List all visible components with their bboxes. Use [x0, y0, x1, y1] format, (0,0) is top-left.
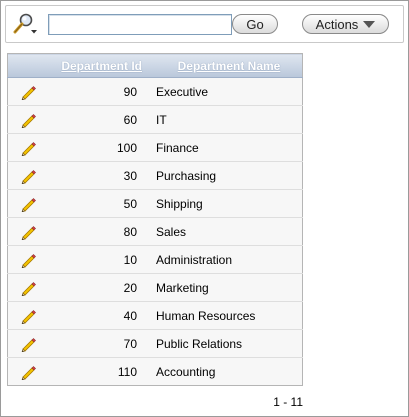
table-row: 30 Purchasing: [7, 161, 303, 190]
department-id-cell: 20: [44, 273, 156, 302]
department-name-cell: IT: [156, 105, 303, 134]
edit-cell: [7, 161, 44, 190]
table-row: 110 Accounting: [7, 357, 303, 386]
edit-pencil-icon[interactable]: [20, 336, 36, 352]
edit-cell: [7, 357, 44, 386]
table-row: 70 Public Relations: [7, 329, 303, 358]
department-name-cell: Marketing: [156, 273, 303, 302]
department-name-cell: Shipping: [156, 189, 303, 218]
edit-cell: [7, 217, 44, 246]
search-icon[interactable]: [12, 13, 40, 37]
edit-cell: [7, 189, 44, 218]
table-row: 40 Human Resources: [7, 301, 303, 330]
edit-pencil-icon[interactable]: [20, 140, 36, 156]
edit-pencil-icon[interactable]: [20, 112, 36, 128]
actions-button-label: Actions: [315, 16, 359, 32]
edit-cell: [7, 301, 44, 330]
edit-pencil-icon[interactable]: [20, 224, 36, 240]
edit-pencil-icon[interactable]: [20, 196, 36, 212]
table-row: 20 Marketing: [7, 273, 303, 302]
department-id-cell: 40: [44, 301, 156, 330]
edit-cell: [7, 105, 44, 134]
department-id-header: Department Id: [44, 53, 156, 78]
department-id-cell: 90: [44, 77, 156, 106]
edit-cell: [7, 77, 44, 106]
sort-department-id-link[interactable]: Department Id: [61, 59, 142, 73]
edit-cell: [7, 329, 44, 358]
table-row: 90 Executive: [7, 77, 303, 106]
table-body: 90 Executive 60 IT 100 Finance 30 Purchasing 50 S…: [7, 77, 303, 386]
department-name-header: Department Name: [156, 53, 303, 78]
department-name-cell: Administration: [156, 245, 303, 274]
edit-pencil-icon[interactable]: [20, 252, 36, 268]
edit-pencil-icon[interactable]: [20, 280, 36, 296]
actions-menu-button[interactable]: Actions: [302, 14, 389, 34]
search-input[interactable]: [48, 14, 232, 35]
department-id-cell: 80: [44, 217, 156, 246]
department-id-cell: 30: [44, 161, 156, 190]
department-id-cell: 50: [44, 189, 156, 218]
department-id-cell: 10: [44, 245, 156, 274]
edit-pencil-icon[interactable]: [20, 308, 36, 324]
department-name-cell: Human Resources: [156, 301, 303, 330]
go-button-label: Go: [246, 16, 264, 32]
edit-cell: [7, 245, 44, 274]
table-row: 80 Sales: [7, 217, 303, 246]
table-row: 50 Shipping: [7, 189, 303, 218]
pagination-range: 1 - 11: [273, 395, 303, 409]
department-name-cell: Purchasing: [156, 161, 303, 190]
department-id-cell: 110: [44, 357, 156, 386]
department-name-cell: Public Relations: [156, 329, 303, 358]
departments-table: Department Id Department Name 90 Executiv…: [7, 53, 303, 386]
department-name-cell: Executive: [156, 77, 303, 106]
table-header-row: Department Id Department Name: [7, 53, 303, 78]
search-toolbar: Go Actions: [5, 5, 404, 43]
sort-department-name-link[interactable]: Department Name: [178, 59, 281, 73]
edit-column-header: [7, 53, 44, 78]
report-region: Go Actions Department Id Department Name…: [0, 0, 409, 417]
table-row: 10 Administration: [7, 245, 303, 274]
edit-cell: [7, 273, 44, 302]
table-row: 60 IT: [7, 105, 303, 134]
edit-pencil-icon[interactable]: [20, 364, 36, 380]
department-name-cell: Accounting: [156, 357, 303, 386]
table-row: 100 Finance: [7, 133, 303, 162]
edit-pencil-icon[interactable]: [20, 168, 36, 184]
department-name-cell: Sales: [156, 217, 303, 246]
department-id-cell: 60: [44, 105, 156, 134]
edit-cell: [7, 133, 44, 162]
edit-pencil-icon[interactable]: [20, 84, 36, 100]
department-id-cell: 100: [44, 133, 156, 162]
department-id-cell: 70: [44, 329, 156, 358]
chevron-down-icon: [363, 21, 376, 28]
go-button[interactable]: Go: [232, 14, 278, 34]
department-name-cell: Finance: [156, 133, 303, 162]
